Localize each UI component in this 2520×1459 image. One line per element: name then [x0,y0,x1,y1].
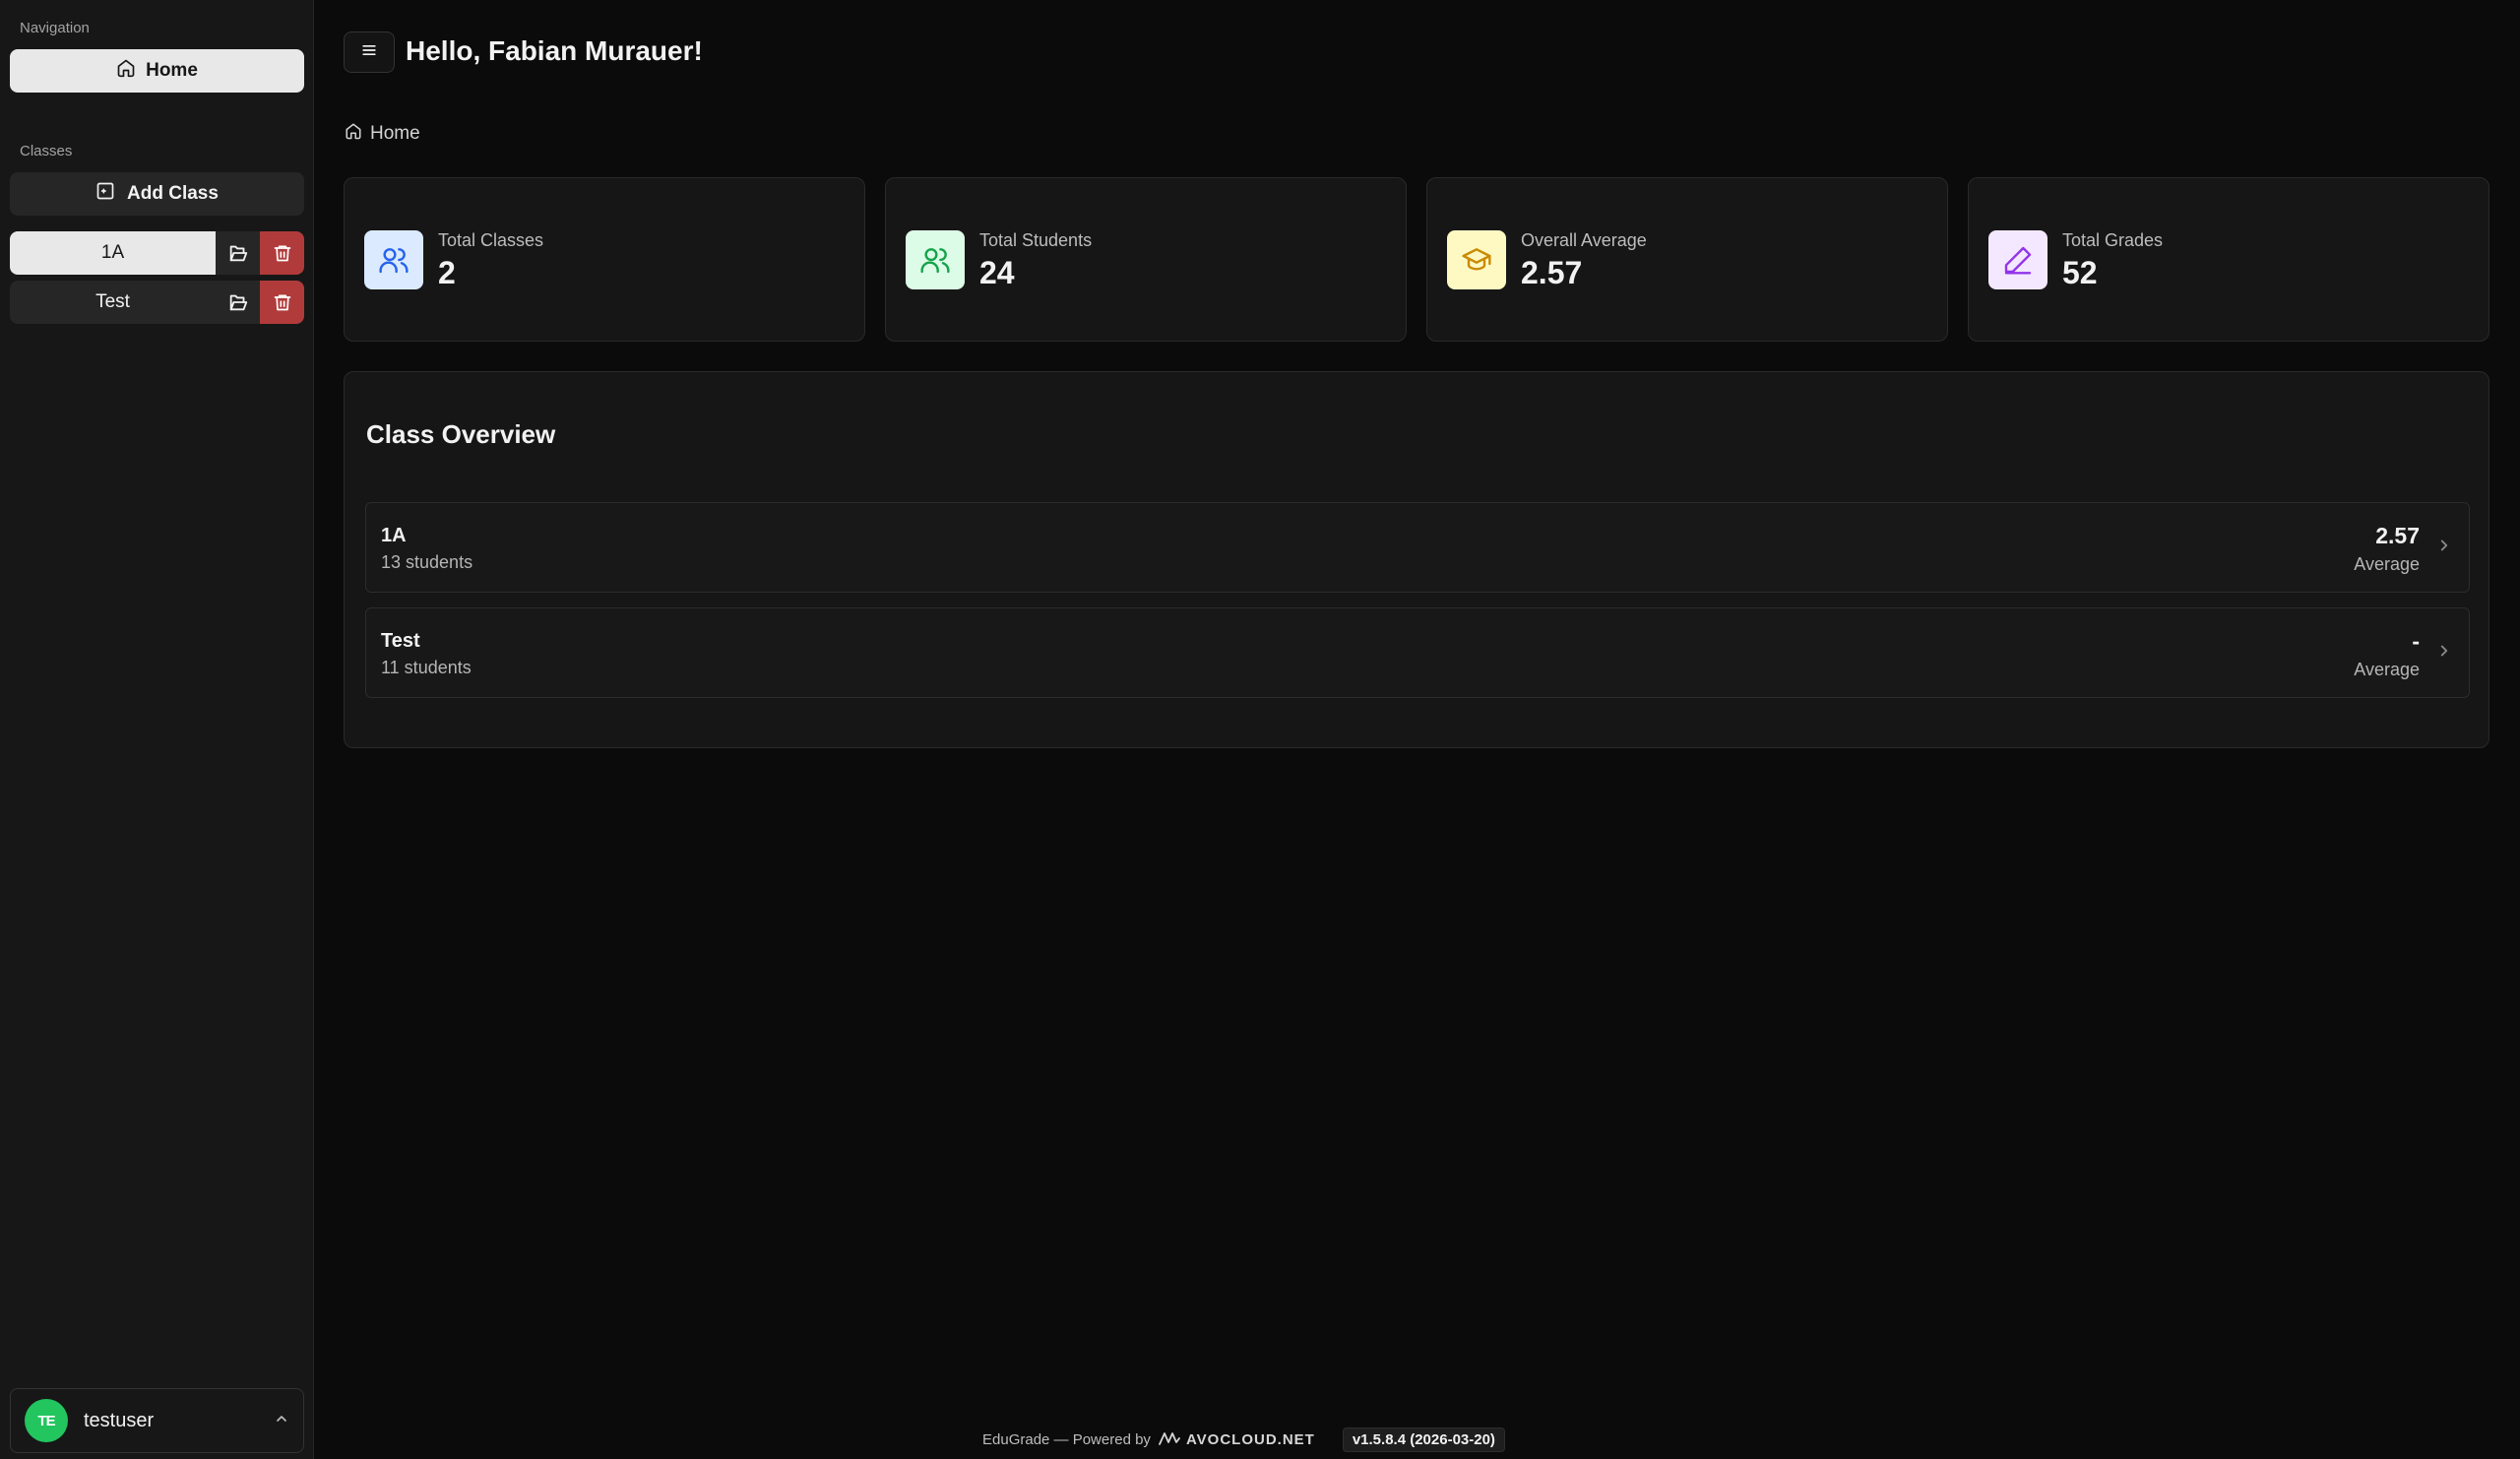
class-name: Test [381,630,420,652]
section-title: Class Overview [366,419,556,449]
home-icon [116,58,136,84]
student-count: 13 students [381,552,473,572]
student-count: 11 students [381,658,472,677]
class-average: - [2412,628,2420,654]
home-icon [345,122,362,146]
footer: EduGrade — Powered by AVOCLOUD.NET v1.5.… [982,1427,1505,1452]
menu-toggle-button[interactable] [344,32,395,73]
sidebar-class-row: Test [10,281,304,324]
class-overview-row[interactable]: 1A 13 students 2.57 Average [365,502,2470,593]
stat-label: Total Classes [438,230,544,250]
sidebar-item-home[interactable]: Home [10,49,304,93]
username: testuser [84,1409,155,1431]
classes-section-label: Classes [20,143,73,159]
average-label: Average [2354,660,2420,679]
add-class-label: Add Class [127,183,219,204]
avatar: TE [25,1399,68,1442]
stat-card-total-students: Total Students 24 [885,177,1407,342]
stat-value: 2 [438,255,456,290]
users-icon [364,230,423,289]
stat-value: 24 [979,255,1015,290]
breadcrumb[interactable]: Home [345,122,420,146]
avocloud-logo-icon [1159,1431,1180,1449]
square-plus-icon [95,181,115,207]
stat-value: 2.57 [1521,255,1583,290]
graduation-cap-icon [1447,230,1506,289]
stat-label: Overall Average [1521,230,1647,250]
trash-icon[interactable] [260,231,304,275]
footer-brand-link[interactable]: AVOCLOUD.NET [1159,1431,1315,1449]
stat-value: 52 [2062,255,2098,290]
page-title: Hello, Fabian Murauer! [406,35,703,66]
stat-label: Total Grades [2062,230,2164,250]
add-class-button[interactable]: Add Class [10,172,304,216]
footer-text: EduGrade — Powered by [982,1431,1151,1448]
version-badge: v1.5.8.4 (2026-03-20) [1342,1427,1505,1452]
users-icon [906,230,965,289]
folder-open-icon[interactable] [216,231,260,275]
class-average: 2.57 [2375,523,2420,548]
average-label: Average [2354,554,2420,574]
sidebar-class-test[interactable]: Test [10,281,216,324]
menu-icon [359,40,379,65]
user-menu[interactable]: TE testuser [10,1388,304,1453]
sidebar-class-row: 1A [10,231,304,275]
class-name: 1A [381,525,407,546]
folder-open-icon[interactable] [216,281,260,324]
trash-icon[interactable] [260,281,304,324]
chevron-up-icon [274,1411,289,1431]
navigation-section-label: Navigation [20,20,90,36]
class-overview-panel: Class Overview 1A 13 students 2.57 Avera… [344,371,2489,748]
footer-brand: AVOCLOUD.NET [1185,1431,1315,1448]
pencil-icon [1988,230,2048,289]
sidebar-class-1a[interactable]: 1A [10,231,216,275]
class-overview-row[interactable]: Test 11 students - Average [365,607,2470,698]
stat-card-total-classes: Total Classes 2 [344,177,865,342]
chevron-right-icon [2435,537,2453,559]
stat-card-overall-average: Overall Average 2.57 [1426,177,1948,342]
sidebar: Navigation Home Classes Add Class 1A Tes… [0,0,314,1459]
sidebar-item-label: Home [146,60,198,81]
stat-label: Total Students [979,230,1093,250]
stat-card-total-grades: Total Grades 52 [1968,177,2489,342]
chevron-right-icon [2435,642,2453,665]
breadcrumb-home: Home [370,123,420,144]
